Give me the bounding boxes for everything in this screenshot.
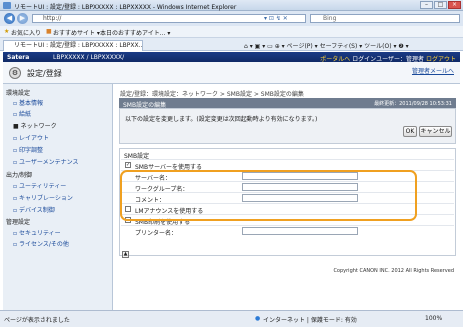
message-box: 以下の設定を変更します。(設定変更は次回起動時より有効になります。) OK キャ… xyxy=(119,108,456,144)
message-text: 以下の設定を変更します。(設定変更は次回起動時より有効になります。) xyxy=(125,116,318,123)
globe-icon: ● xyxy=(255,315,261,322)
window-title-bar: リモートUI : 設定/登録 : LBPXXXXX : LBPXXXXX - W… xyxy=(0,0,463,11)
security-zone: インターネット | 保護モード: 有効 xyxy=(263,317,357,324)
sidebar-item-basic-info[interactable]: ▫ 基本情報 xyxy=(13,98,43,107)
printer-name-label: プリンター名： xyxy=(135,230,178,237)
search-input[interactable]: Bing xyxy=(310,14,460,23)
sidebar-item-device-control[interactable]: ▫ デバイス制御 xyxy=(13,205,55,214)
breadcrumb: 設定/登録：環境設定：ネットワーク > SMB設定 > SMB設定の編集 xyxy=(120,91,304,98)
use-smb-server-checkbox[interactable]: ✓ xyxy=(125,162,131,168)
close-button[interactable]: × xyxy=(448,1,461,9)
cancel-button[interactable]: キャンセル xyxy=(419,126,452,137)
ie-icon xyxy=(3,2,11,9)
window-title: リモートUI : 設定/登録 : LBPXXXXX : LBPXXXXX - W… xyxy=(14,4,237,11)
zoom-level[interactable]: 100% xyxy=(425,315,442,322)
sidebar-item-paper[interactable]: ▫ 給紙 xyxy=(13,109,31,118)
status-text: ページが表示されました xyxy=(4,317,70,324)
sidebar-item-license[interactable]: ▫ ライセンス/その他 xyxy=(13,239,69,248)
sidebar: 環境設定 ▫ 基本情報 ▫ 給紙 ■ ネットワーク ▫ レイアウト ▫ 印字調整… xyxy=(3,84,113,310)
ok-button[interactable]: OK xyxy=(403,126,417,137)
star-icon: ★ xyxy=(4,28,10,35)
favorites-button[interactable]: お気に入り xyxy=(11,28,41,37)
sidebar-item-calibration[interactable]: ▫ キャリブレーション xyxy=(13,193,73,202)
sidebar-item-print-adjust[interactable]: ▫ 印字調整 xyxy=(13,145,43,154)
app-header: Satera LBPXXXXX / LBPXXXXX/ ポータルへ ログインユー… xyxy=(3,52,460,63)
copyright: Copyright CANON INC. 2012 All Rights Res… xyxy=(333,268,454,274)
admin-mail-link[interactable]: 管理者メールへ xyxy=(412,66,454,75)
sidebar-item-utility[interactable]: ▫ ユーティリティー xyxy=(13,181,66,190)
forward-button[interactable]: ▶ xyxy=(17,13,28,24)
suggested-sites-icon: ■ xyxy=(46,28,52,35)
web-slice-link[interactable]: 本日のおすすめアイト... ▾ xyxy=(100,28,170,37)
tab-remote-ui[interactable]: リモートUI : 設定/登録 : LBPXXXXX : LBPXX... xyxy=(3,40,143,51)
section-header: SMB設定の編集 最終更新：2011/09/28 10:53:31 xyxy=(119,98,456,109)
sidebar-cat-io: 出力/制御 xyxy=(6,172,33,179)
sidebar-cat-env: 環境設定 xyxy=(6,90,31,97)
printer-name-row: プリンター名： xyxy=(121,225,454,237)
device-name: LBPXXXXX / LBPXXXXX/ xyxy=(53,54,125,61)
page-title: 設定/登録 xyxy=(27,69,62,78)
command-bar[interactable]: ⌂ ▾ ▣ ▾ ▭ ⊕ ▾ ページ(P) ▾ セーフティ(S) ▾ ツール(O)… xyxy=(244,41,409,50)
brand-logo: Satera xyxy=(7,54,30,61)
minimize-button[interactable]: – xyxy=(420,1,433,9)
highlight-frame xyxy=(120,170,417,221)
maximize-button[interactable]: □ xyxy=(434,1,447,9)
page-top-button[interactable]: ▲ xyxy=(122,251,129,258)
page-header: ⚙ 設定/登録 管理者メールへ xyxy=(3,62,460,84)
favorites-bar: ★ お気に入り ■ おすすめサイト ▾ 本日のおすすめアイト... ▾ xyxy=(0,26,463,38)
last-update: 最終更新：2011/09/28 10:53:31 xyxy=(374,101,452,107)
sidebar-item-security[interactable]: ▫ セキュリティー xyxy=(13,228,61,237)
printer-name-input[interactable] xyxy=(242,227,358,235)
use-smb-server-row: ✓ SMBサーバーを使用する xyxy=(121,159,454,171)
sidebar-item-network[interactable]: ■ ネットワーク xyxy=(13,121,57,130)
tab-bar: リモートUI : 設定/登録 : LBPXXXXX : LBPXX... ⌂ ▾… xyxy=(0,38,463,51)
suggested-sites-link[interactable]: おすすめサイト ▾ xyxy=(53,28,100,37)
sidebar-item-layout[interactable]: ▫ レイアウト xyxy=(13,133,49,142)
settings-icon: ⚙ xyxy=(9,67,21,79)
sidebar-cat-mgmt: 管理設定 xyxy=(6,219,31,226)
sidebar-item-user-maintenance[interactable]: ▫ ユーザーメンテナンス xyxy=(13,157,79,166)
status-bar: ページが表示されました ● インターネット | 保護モード: 有効 100% xyxy=(0,310,463,327)
address-bar-icons[interactable]: ▾ ⊡ ↯ ✕ xyxy=(264,15,288,22)
address-toolbar: ◀ ▶ http:// ▾ ⊡ ↯ ✕ Bing xyxy=(0,11,463,26)
back-button[interactable]: ◀ xyxy=(4,13,15,24)
window-controls: – □ × xyxy=(420,1,461,9)
